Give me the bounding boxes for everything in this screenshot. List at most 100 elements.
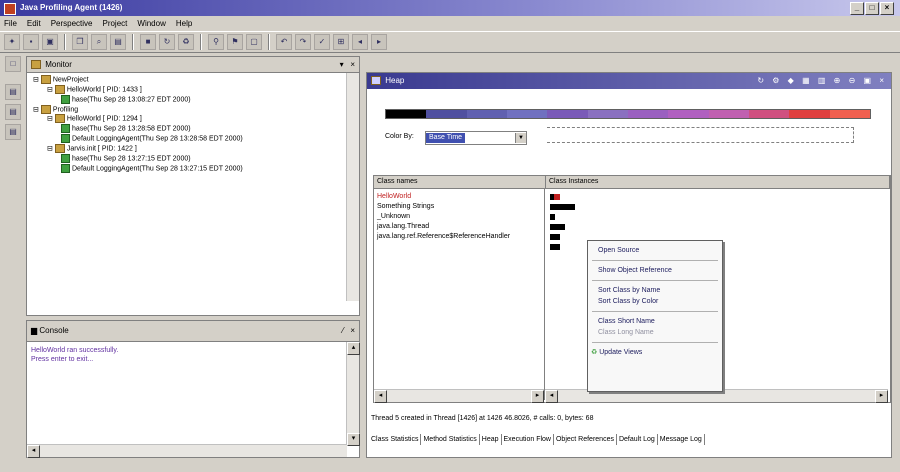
close-view-icon[interactable]: × [350,60,355,69]
scroll-up-button[interactable]: ▴ [347,342,360,355]
refresh-icon[interactable]: ↻ [159,34,175,50]
tree-item[interactable]: ⊟ HelloWorld [ PID: 1433 ] [29,84,359,95]
menu-item-sort-class-by-color[interactable]: Sort Class by Color [588,296,722,307]
column-class-names[interactable]: Class names [374,176,546,188]
scroll-down-button[interactable]: ▾ [347,433,360,446]
class-name-cell[interactable]: java.lang.Thread [377,222,429,232]
close-console-icon[interactable]: × [350,326,355,335]
tab-default-log[interactable]: Default Log [617,434,658,445]
profiling-perspective-icon[interactable]: ▤ [5,84,21,100]
class-name-cell[interactable]: java.lang.ref.Reference$ReferenceHandler [377,232,510,242]
instance-bar[interactable] [550,224,565,230]
columns-icon[interactable]: ▥ [818,76,829,85]
back-icon[interactable]: ◂ [352,34,368,50]
menu-file[interactable]: File [4,16,17,31]
collapse-icon[interactable]: ⊟ [47,116,55,123]
tree-item[interactable]: ⊟ Profiling [29,104,359,115]
menu-project[interactable]: Project [102,16,127,31]
collapse-icon[interactable]: ⊟ [47,145,55,152]
tree-item[interactable]: Default LoggingAgent(Thu Sep 28 13:27:15… [29,163,359,174]
menu-item-class-short-name[interactable]: Class Short Name [588,316,722,327]
menu-item-open-source[interactable]: Open Source [588,245,722,256]
scroll-right-button[interactable]: ▸ [875,390,888,403]
tree-item[interactable]: hase(Thu Sep 28 13:27:15 EDT 2000) [29,153,359,164]
tree-item[interactable]: ⊟ Jarvis.init [ PID: 1422 ] [29,143,359,154]
settings-icon[interactable]: ⚙ [772,76,782,85]
search-icon[interactable]: ⌕ [91,34,107,50]
gc-icon[interactable]: ♻ [178,34,194,50]
instance-bar[interactable] [550,234,560,240]
instance-bar[interactable] [550,214,555,220]
class-name-cell[interactable]: HelloWorld [377,192,411,202]
collapse-icon[interactable]: ⊟ [33,106,41,113]
collapse-icon[interactable]: ⊟ [33,76,41,83]
monitor-vscroll[interactable] [346,73,359,301]
tree-item[interactable]: ⊟ NewProject [29,75,359,85]
names-hscroll[interactable]: ◂ ▸ [374,389,544,403]
tree-item[interactable]: Default LoggingAgent(Thu Sep 28 13:28:58… [29,134,359,144]
monitor-icon[interactable]: ▤ [110,34,126,50]
refresh-icon[interactable]: ↻ [757,76,767,85]
tab-class-statistics[interactable]: Class Statistics [369,434,422,445]
undo-icon[interactable]: ↶ [276,34,292,50]
scroll-left-button[interactable]: ◂ [374,390,387,403]
attach-icon[interactable]: ⊞ [333,34,349,50]
resource-perspective-icon[interactable]: ▤ [5,104,21,120]
collapse-icon[interactable]: ⊟ [47,86,55,93]
print-icon[interactable]: ▣ [42,34,58,50]
open-perspective-icon[interactable]: □ [5,56,21,72]
new-icon[interactable]: ✦ [4,34,20,50]
check-icon[interactable]: ✓ [314,34,330,50]
tree-item[interactable]: hase(Thu Sep 28 13:28:58 EDT 2000) [29,124,359,134]
tab-heap[interactable]: Heap [480,434,502,445]
scroll-left-button[interactable]: ◂ [27,445,40,458]
menu-window[interactable]: Window [137,16,165,31]
class-name-cell[interactable]: _Unknown [377,212,410,222]
filter-icon[interactable]: ⚑ [227,34,243,50]
zoom-out-icon[interactable]: ⊖ [849,76,859,85]
maximize-button[interactable]: □ [865,2,879,15]
instance-bar[interactable] [550,204,575,210]
save-icon[interactable]: ▪ [23,34,39,50]
close-button[interactable]: × [880,2,894,15]
class-name-cell[interactable]: Something Strings [377,202,434,212]
redo-icon[interactable]: ↷ [295,34,311,50]
color-scale-slider[interactable] [547,127,854,143]
debug-perspective-icon[interactable]: ▤ [5,124,21,140]
menu-item-show-object-reference[interactable]: Show Object Reference [588,265,722,276]
print-icon[interactable]: ▣ [864,76,875,85]
pin-icon[interactable]: ⚲ [208,34,224,50]
scroll-right-button[interactable]: ▸ [531,390,544,403]
console-vscroll[interactable]: ▴ ▾ [346,342,360,446]
menu-edit[interactable]: Edit [27,16,41,31]
column-class-instances[interactable]: Class Instances [546,176,890,188]
filter-icon[interactable]: ◆ [788,76,797,85]
console-hscroll[interactable]: ◂ [27,444,347,458]
minimize-button[interactable]: _ [850,2,864,15]
tree-item[interactable]: hase(Thu Sep 28 13:08:27 EDT 2000) [29,94,359,105]
menu-item-sort-class-by-name[interactable]: Sort Class by Name [588,285,722,296]
stop-icon[interactable]: ■ [140,34,156,50]
color-by-select[interactable]: Base Time ▼ [425,131,527,145]
copy-icon[interactable]: ❐ [72,34,88,50]
forward-icon[interactable]: ▸ [371,34,387,50]
instance-bar[interactable] [550,194,560,200]
menu-bar: File Edit Perspective Project Window Hel… [0,16,900,31]
scroll-left-button[interactable]: ◂ [545,390,558,403]
tab-message-log[interactable]: Message Log [658,434,705,445]
zoom-in-icon[interactable]: ⊕ [834,76,844,85]
menu-perspective[interactable]: Perspective [51,16,93,31]
close-heap-icon[interactable]: × [879,76,887,85]
menu-help[interactable]: Help [176,16,192,31]
column-divider[interactable] [544,188,545,400]
tab-execution-flow[interactable]: Execution Flow [502,434,554,445]
menu-item-update-views[interactable]: ♻ Update Views [588,347,722,358]
open-icon[interactable]: ▢ [246,34,262,50]
tab-method-statistics[interactable]: Method Statistics [421,434,480,445]
layout-icon[interactable]: ▦ [802,76,813,85]
tab-object-references[interactable]: Object References [554,434,617,445]
clear-console-icon[interactable]: ⁄ [342,326,343,335]
instance-bar[interactable] [550,244,560,250]
view-menu-icon[interactable]: ▾ [340,60,344,69]
tree-item[interactable]: ⊟ HelloWorld [ PID: 1294 ] [29,114,359,124]
